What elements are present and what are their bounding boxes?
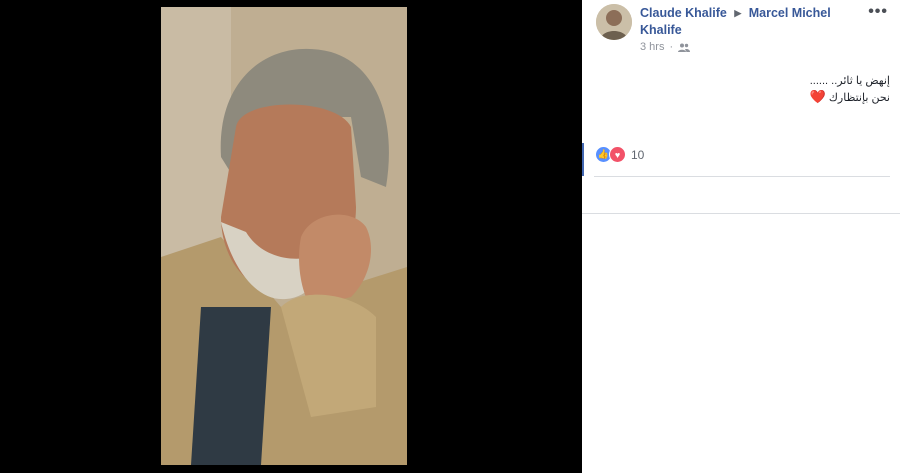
post-text: إنهض يا ثائر.. ...... نحن بإنتظارك ❤️ [640,74,890,106]
friends-icon[interactable] [678,43,691,52]
heart-emoji: ❤️ [809,89,826,104]
post-side-panel: Claude Khalife ▶ Marcel Michel Khalife 3… [582,0,900,473]
reactions-summary[interactable]: 👍 ♥ 10 [595,146,644,163]
panel-accent [582,143,584,176]
photo-viewer [0,0,582,473]
author-avatar[interactable] [596,4,632,40]
post-text-line-2: نحن بإنتظارك ❤️ [640,89,890,106]
divider-bottom [582,213,900,214]
post-timestamp[interactable]: 3 hrs [640,41,664,53]
love-reaction-icon: ♥ [609,146,626,163]
divider [594,176,890,177]
post-text-line-2-text: نحن بإنتظارك [828,92,890,104]
reaction-count[interactable]: 10 [631,148,644,162]
dot-separator: · [669,41,674,53]
author-name[interactable]: Claude Khalife [640,6,727,20]
more-options-icon[interactable]: ••• [868,3,888,21]
post-photo[interactable] [161,7,407,465]
post-header: Claude Khalife ▶ Marcel Michel Khalife [640,5,860,39]
post-meta: 3 hrs · [640,41,691,53]
arrow-right-icon: ▶ [734,8,742,18]
post-text-line-1: إنهض يا ثائر.. ...... [809,75,890,87]
